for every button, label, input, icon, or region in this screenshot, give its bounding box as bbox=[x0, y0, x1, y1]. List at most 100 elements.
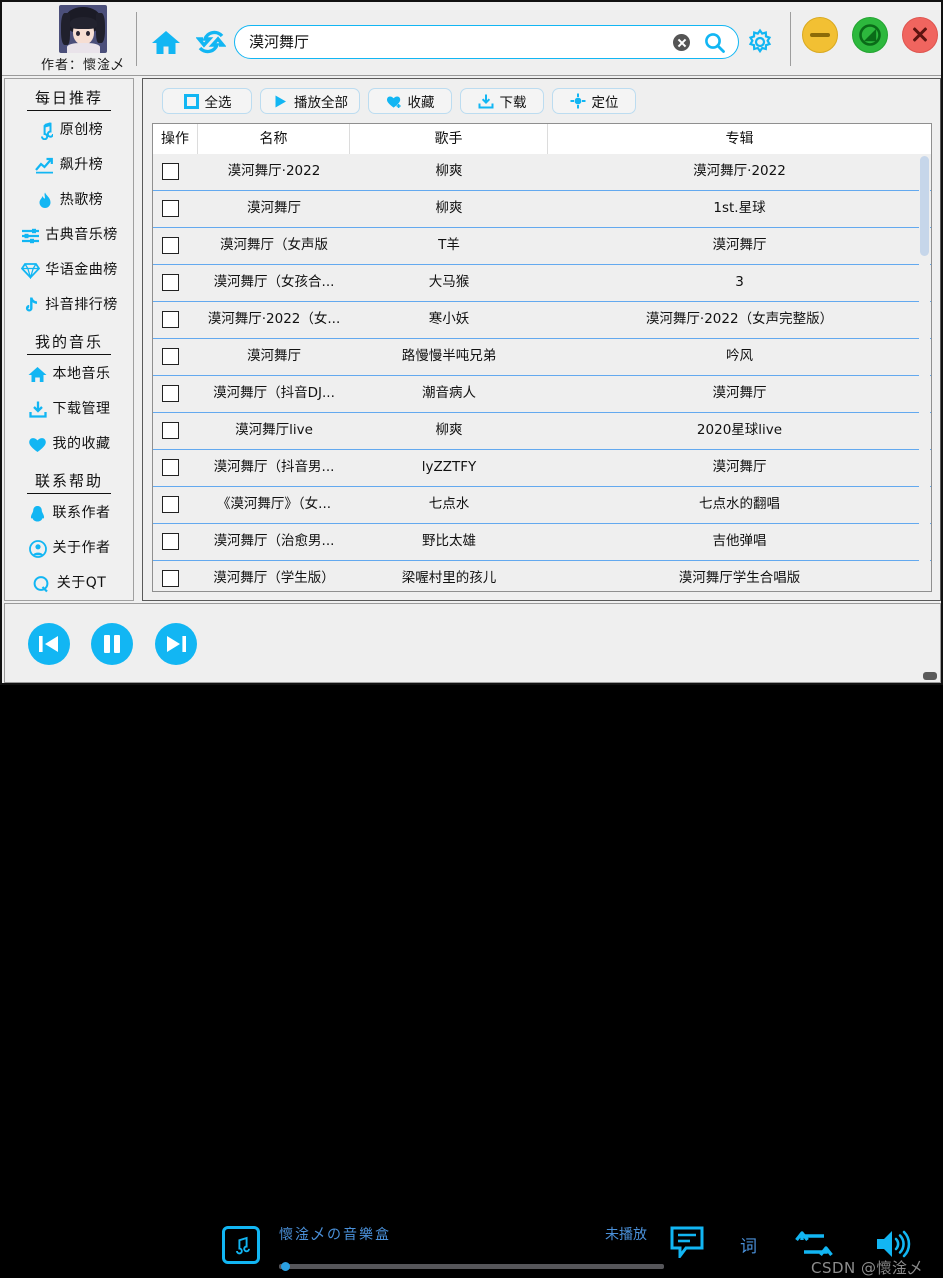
download-icon bbox=[478, 93, 495, 110]
minimize-button[interactable] bbox=[802, 17, 838, 53]
table-row[interactable]: 漠河舞厅·2022 柳爽 漠河舞厅·2022 bbox=[153, 154, 931, 191]
table-row[interactable]: 漠河舞厅 柳爽 1st.星球 bbox=[153, 191, 931, 228]
table-row[interactable]: 漠河舞厅live 柳爽 2020星球live bbox=[153, 413, 931, 450]
music-note-square-icon[interactable] bbox=[222, 1226, 260, 1264]
sidebar: 每日推荐 原创榜 飙升榜 热歌榜 古典音乐榜 华语金曲榜 抖音排行榜 我的音乐 … bbox=[4, 78, 134, 601]
sidebar-item-label: 原创榜 bbox=[59, 122, 104, 138]
table-row[interactable]: 漠河舞厅 路慢慢半吨兄弟 吟风 bbox=[153, 339, 931, 376]
comment-icon[interactable] bbox=[670, 1226, 704, 1261]
row-checkbox[interactable] bbox=[162, 237, 179, 254]
table-row[interactable]: 漠河舞厅（治愈男... 野比太雄 吉他弹唱 bbox=[153, 524, 931, 561]
action-label: 下载 bbox=[499, 95, 527, 111]
row-name: 漠河舞厅（治愈男... bbox=[213, 533, 335, 549]
select-all-button[interactable]: 全选 bbox=[162, 88, 252, 114]
sidebar-item-favorites[interactable]: 我的收藏 bbox=[5, 427, 133, 462]
sidebar-item-classical[interactable]: 古典音乐榜 bbox=[5, 218, 133, 253]
close-button[interactable] bbox=[902, 17, 938, 53]
sidebar-item-label: 飙升榜 bbox=[59, 157, 104, 173]
row-artist: 大马猴 bbox=[428, 274, 470, 290]
search-box[interactable] bbox=[234, 25, 739, 59]
sidebar-item-chinese-gold[interactable]: 华语金曲榜 bbox=[5, 253, 133, 288]
locate-button[interactable]: 定位 bbox=[552, 88, 636, 114]
table-row[interactable]: 漠河舞厅（女孩合... 大马猴 3 bbox=[153, 265, 931, 302]
fire-icon bbox=[35, 191, 55, 211]
row-checkbox[interactable] bbox=[162, 496, 179, 513]
sidebar-item-original[interactable]: 原创榜 bbox=[5, 113, 133, 148]
row-name: 漠河舞厅（女孩合... bbox=[213, 274, 335, 290]
row-checkbox[interactable] bbox=[162, 459, 179, 476]
table-row[interactable]: 漠河舞厅·2022（女... 寒小妖 漠河舞厅·2022（女声完整版） bbox=[153, 302, 931, 339]
download-icon bbox=[28, 400, 48, 420]
home-icon[interactable] bbox=[150, 28, 182, 56]
skip-previous-icon[interactable] bbox=[28, 623, 70, 665]
row-action-cell bbox=[153, 154, 198, 189]
sidebar-item-download-manager[interactable]: 下载管理 bbox=[5, 392, 133, 427]
row-name: 漠河舞厅·2022（女... bbox=[207, 311, 341, 327]
table-row[interactable]: 漠河舞厅（抖音男... lyZZTFY 漠河舞厅 bbox=[153, 450, 931, 487]
table-scrollbar[interactable] bbox=[919, 155, 930, 591]
row-name: 漠河舞厅（抖音DJ... bbox=[213, 385, 335, 401]
progress-slider[interactable] bbox=[279, 1262, 664, 1271]
sidebar-item-label: 我的收藏 bbox=[52, 436, 111, 452]
sidebar-item-label: 古典音乐榜 bbox=[45, 227, 118, 243]
crosshair-icon bbox=[570, 93, 587, 110]
skip-next-icon[interactable] bbox=[155, 623, 197, 665]
row-checkbox[interactable] bbox=[162, 348, 179, 365]
music-note-icon bbox=[35, 121, 55, 141]
row-checkbox[interactable] bbox=[162, 163, 179, 180]
lyric-button[interactable]: 词 bbox=[740, 1232, 757, 1257]
sidebar-item-douyin[interactable]: 抖音排行榜 bbox=[5, 288, 133, 323]
user-avatar-anime bbox=[59, 5, 107, 53]
action-label: 全选 bbox=[204, 95, 232, 111]
table-row[interactable]: 《漠河舞厅》（女... 七点水 七点水的翻唱 bbox=[153, 487, 931, 524]
qt-logo-icon bbox=[32, 574, 52, 594]
row-checkbox[interactable] bbox=[162, 274, 179, 291]
column-header-album: 专辑 bbox=[725, 131, 754, 147]
sidebar-item-about-qt[interactable]: 关于QT bbox=[5, 566, 133, 600]
author-block: 作者：懷淦乄 bbox=[28, 5, 138, 73]
user-circle-icon bbox=[28, 539, 48, 559]
sidebar-item-rising[interactable]: 飙升榜 bbox=[5, 148, 133, 183]
clear-circle-icon[interactable] bbox=[673, 34, 690, 51]
table-row[interactable]: 漠河舞厅（抖音DJ... 潮音病人 漠河舞厅 bbox=[153, 376, 931, 413]
search-input[interactable] bbox=[249, 26, 669, 58]
row-name: 漠河舞厅·2022 bbox=[227, 163, 321, 179]
scrollbar-thumb[interactable] bbox=[920, 156, 929, 256]
row-checkbox[interactable] bbox=[162, 422, 179, 439]
row-checkbox[interactable] bbox=[162, 385, 179, 402]
row-artist: 梁喔村里的孩儿 bbox=[401, 570, 497, 586]
track-title: 懷淦乄の音樂盒 bbox=[279, 1227, 391, 1243]
row-checkbox[interactable] bbox=[162, 570, 179, 587]
sidebar-item-contact-author[interactable]: 联系作者 bbox=[5, 496, 133, 531]
row-name: 《漠河舞厅》（女... bbox=[216, 496, 332, 512]
row-artist: T羊 bbox=[438, 237, 460, 253]
row-artist: 柳爽 bbox=[435, 200, 463, 216]
row-checkbox[interactable] bbox=[162, 200, 179, 217]
sidebar-item-hot[interactable]: 热歌榜 bbox=[5, 183, 133, 218]
sidebar-item-local-music[interactable]: 本地音乐 bbox=[5, 357, 133, 392]
progress-handle[interactable] bbox=[281, 1262, 290, 1271]
row-checkbox[interactable] bbox=[162, 311, 179, 328]
row-checkbox[interactable] bbox=[162, 533, 179, 550]
gear-icon[interactable] bbox=[746, 28, 774, 56]
play-all-button[interactable]: 播放全部 bbox=[260, 88, 360, 114]
csdn-watermark: CSDN @懷淦乄 bbox=[811, 1259, 924, 1277]
resize-grip[interactable] bbox=[923, 672, 937, 680]
row-action-cell bbox=[153, 561, 198, 591]
row-artist: 柳爽 bbox=[435, 422, 463, 438]
top-bar: 作者：懷淦乄 bbox=[2, 2, 941, 76]
row-artist: lyZZTFY bbox=[421, 459, 477, 475]
search-icon[interactable] bbox=[704, 32, 725, 53]
table-row[interactable]: 漠河舞厅（学生版） 梁喔村里的孩儿 漠河舞厅学生合唱版 bbox=[153, 561, 931, 591]
maximize-button[interactable] bbox=[852, 17, 888, 53]
sidebar-item-about-author[interactable]: 关于作者 bbox=[5, 531, 133, 566]
row-artist: 野比太雄 bbox=[422, 533, 476, 549]
table-row[interactable]: 漠河舞厅（女声版 T羊 漠河舞厅 bbox=[153, 228, 931, 265]
row-name: 漠河舞厅 bbox=[247, 200, 301, 216]
sidebar-section-my-music: 我的音乐 bbox=[5, 331, 133, 355]
refresh-icon[interactable] bbox=[195, 28, 227, 56]
pause-icon[interactable] bbox=[91, 623, 133, 665]
favorite-button[interactable]: 收藏 bbox=[368, 88, 452, 114]
download-button[interactable]: 下载 bbox=[460, 88, 544, 114]
row-album: 漠河舞厅·2022 bbox=[693, 163, 786, 179]
